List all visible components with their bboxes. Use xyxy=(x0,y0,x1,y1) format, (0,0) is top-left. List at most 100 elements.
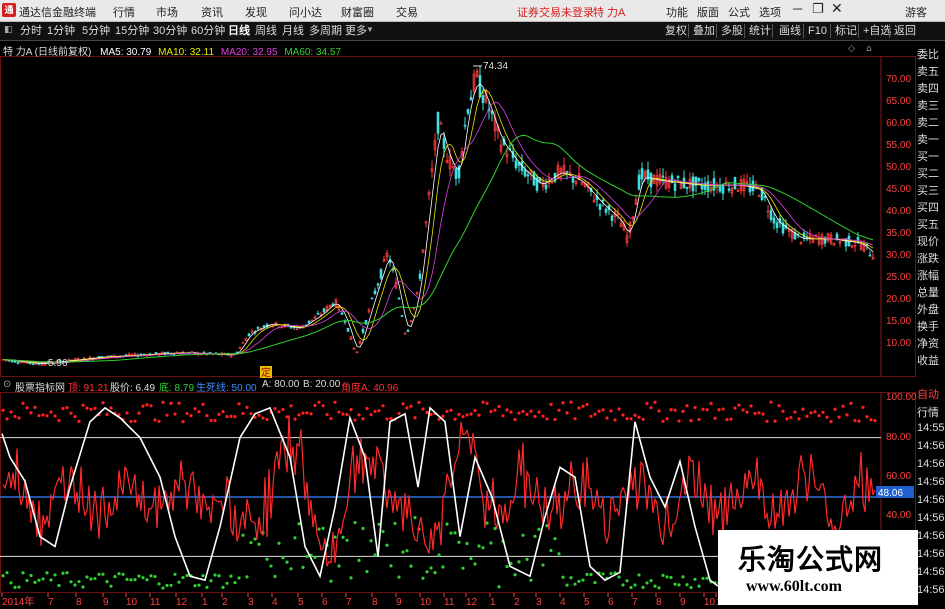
close-icon[interactable]: ✕ xyxy=(831,0,843,17)
bottom-dot xyxy=(657,586,661,590)
zoom-in-icon[interactable]: ⌂ xyxy=(866,44,872,54)
tab-period-5min[interactable]: 5分钟 xyxy=(79,23,113,39)
top-dot xyxy=(733,406,737,410)
button-back[interactable]: 返回 xyxy=(891,23,919,39)
zoom-out-icon[interactable]: ◇ xyxy=(848,44,855,54)
tab-period-week[interactable]: 周线 xyxy=(252,23,280,39)
side-control[interactable]: 自动 xyxy=(917,386,945,402)
bottom-dot xyxy=(241,533,245,537)
top-dot xyxy=(753,411,757,416)
top-dot xyxy=(645,401,649,406)
price-tick: 70.00 xyxy=(886,74,911,85)
bottom-dot xyxy=(525,557,529,561)
top-dot xyxy=(33,405,37,409)
guest-label[interactable]: 游客 xyxy=(905,4,927,20)
restore-icon[interactable]: ❐ xyxy=(812,1,824,17)
top-dot xyxy=(533,414,537,419)
top-dot xyxy=(57,418,61,423)
tab-period-30min[interactable]: 30分钟 xyxy=(150,23,190,39)
legend-angle: 角度A: 40.96 xyxy=(341,383,399,394)
panel-toggle-icon[interactable]: ◧ xyxy=(4,24,13,35)
more-chevron-icon[interactable]: ▼ xyxy=(366,25,374,34)
minimize-icon[interactable]: ─ xyxy=(793,1,802,16)
top-dot xyxy=(149,404,153,408)
bottom-dot xyxy=(381,529,385,534)
button-f10[interactable]: F10 xyxy=(805,23,830,39)
side-label: 现价 xyxy=(917,236,939,248)
menu-xiaoda[interactable]: 问小达 xyxy=(289,4,322,20)
stock-chart[interactable]: 70.00 65.00 60.00 55.00 50.00 45.00 40.0… xyxy=(0,41,945,609)
top-dot xyxy=(473,408,477,413)
top-dot xyxy=(745,410,749,414)
watermark-title: 乐淘公式网 xyxy=(738,543,884,576)
menu-formula[interactable]: 公式 xyxy=(728,4,750,20)
tab-period-60min[interactable]: 60分钟 xyxy=(188,23,228,39)
top-dot xyxy=(597,409,601,413)
top-dot xyxy=(125,411,129,415)
indicator-settings-icon[interactable]: ⊙ xyxy=(3,379,11,390)
top-dot xyxy=(237,402,241,406)
top-dot xyxy=(637,415,641,419)
top-dot xyxy=(105,412,109,416)
button-multi-stock[interactable]: 多股 xyxy=(718,23,746,39)
time-tick: 6 xyxy=(322,597,328,608)
bottom-dot xyxy=(273,574,277,579)
menu-options[interactable]: 选项 xyxy=(759,4,781,20)
tab-period-1min[interactable]: 1分钟 xyxy=(44,23,78,39)
bottom-dot xyxy=(589,572,593,577)
top-dot xyxy=(861,405,865,409)
tab-period-15min[interactable]: 15分钟 xyxy=(112,23,152,39)
top-dot xyxy=(337,410,341,414)
tab-period-fenshi[interactable]: 分时 xyxy=(17,23,45,39)
top-dot xyxy=(849,401,853,406)
bottom-dot xyxy=(17,585,21,589)
bottom-dot xyxy=(373,553,377,557)
indicator-name[interactable]: 股票指标网 xyxy=(15,379,65,394)
top-dot xyxy=(41,413,45,417)
candle-body xyxy=(256,327,260,329)
bottom-dot xyxy=(637,573,641,577)
candle-body xyxy=(364,320,368,325)
menu-function[interactable]: 功能 xyxy=(666,4,688,20)
bottom-dot xyxy=(329,579,333,583)
bottom-dot xyxy=(305,554,309,559)
tab-period-multi[interactable]: 多周期 xyxy=(306,23,345,39)
side-label: 买五 xyxy=(917,219,939,231)
menu-trade[interactable]: 交易 xyxy=(396,4,418,20)
bottom-dot xyxy=(137,574,141,578)
top-dot xyxy=(565,411,569,415)
tab-period-day[interactable]: 日线 xyxy=(225,23,253,39)
menu-wealth[interactable]: 财富圈 xyxy=(341,4,374,20)
menu-quotes[interactable]: 行情 xyxy=(113,4,135,20)
button-adjust[interactable]: 复权 xyxy=(662,23,690,39)
bottom-dot xyxy=(481,546,485,550)
bottom-dot xyxy=(93,576,97,581)
candle-body xyxy=(598,203,602,210)
top-dot xyxy=(213,419,217,423)
menu-market[interactable]: 市场 xyxy=(156,4,178,20)
top-dot xyxy=(261,416,265,420)
time-tick: 5 xyxy=(584,597,590,608)
time-tick: 6 xyxy=(608,597,614,608)
top-dot xyxy=(65,406,69,410)
bottom-dot xyxy=(197,583,201,587)
menu-news[interactable]: 资讯 xyxy=(201,4,223,20)
button-overlay[interactable]: 叠加 xyxy=(690,23,718,39)
button-mark[interactable]: 标记 xyxy=(832,23,860,39)
candle-body xyxy=(340,312,344,315)
bottom-dot xyxy=(29,573,33,578)
button-stats[interactable]: 统计 xyxy=(746,23,774,39)
tick-time: 14:56 xyxy=(917,476,945,488)
side-control[interactable]: 行情 xyxy=(917,404,945,420)
top-dot xyxy=(245,405,249,409)
menu-discover[interactable]: 发现 xyxy=(245,4,267,20)
button-draw[interactable]: 画线 xyxy=(776,23,804,39)
login-notice[interactable]: 证券交易未登录 xyxy=(517,4,594,20)
bottom-dot xyxy=(529,578,533,582)
tab-period-month[interactable]: 月线 xyxy=(279,23,307,39)
menu-layout[interactable]: 版面 xyxy=(697,4,719,20)
price-panel-frame xyxy=(0,56,916,377)
bottom-dot xyxy=(225,581,229,585)
bottom-dot xyxy=(645,581,649,585)
top-dot xyxy=(505,408,509,412)
